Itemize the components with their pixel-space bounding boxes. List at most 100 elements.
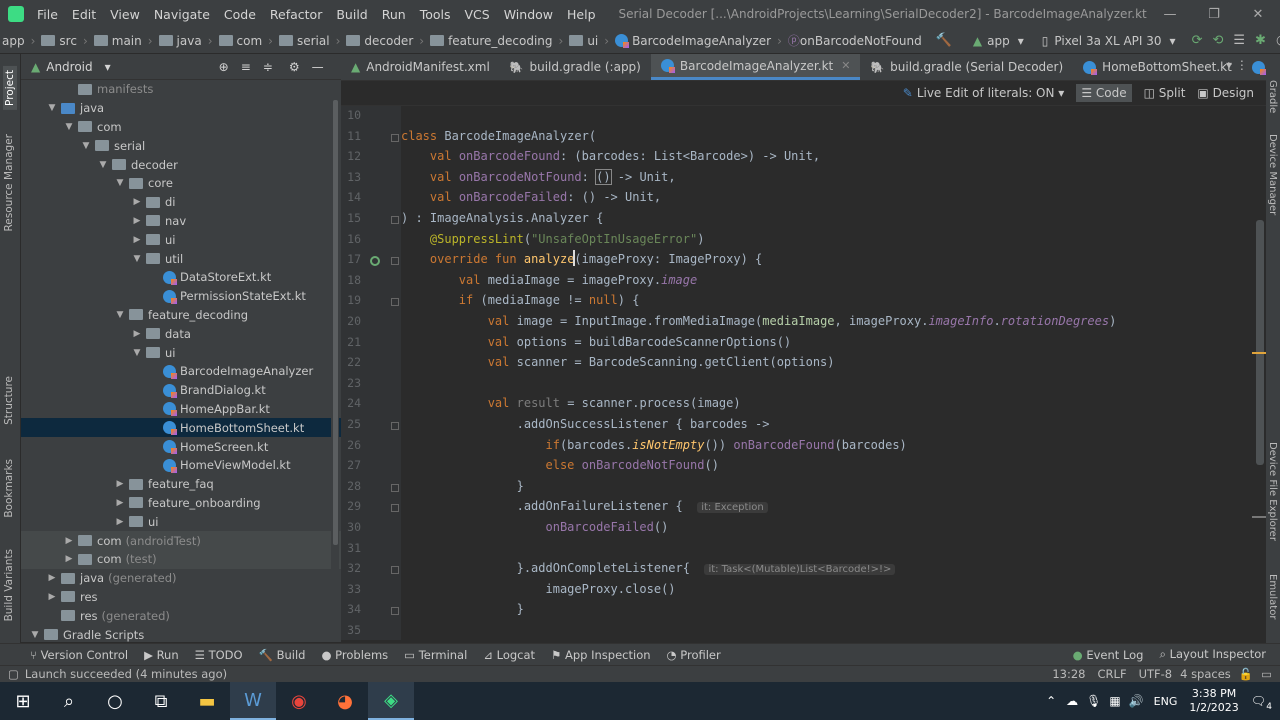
tree-item[interactable]: res (generated) — [21, 606, 341, 625]
tree-item[interactable]: ▼ core — [21, 174, 341, 193]
firefox-icon[interactable]: ◕ — [322, 682, 368, 720]
breadcrumb-item[interactable]: serial — [297, 34, 330, 48]
breadcrumb-item[interactable]: feature_decoding — [448, 34, 552, 48]
profiler-tab[interactable]: ◔ Profiler — [667, 648, 721, 662]
run-config-select[interactable]: ▲ app ▾ — [973, 34, 1024, 48]
chevron-down-icon[interactable]: ▼ — [80, 141, 92, 151]
menu-item-build[interactable]: Build — [329, 7, 374, 22]
tree-item[interactable]: ▶ feature_faq — [21, 475, 341, 494]
code-line[interactable]: else onBarcodeNotFound() — [401, 458, 719, 472]
tree-item[interactable]: ▶ data — [21, 324, 341, 343]
tree-item[interactable]: HomeAppBar.kt — [21, 400, 341, 419]
wifi-icon[interactable]: ▦ — [1109, 694, 1120, 708]
event-log-tab[interactable]: ● Event Log — [1073, 648, 1144, 662]
collapse-all-icon[interactable]: ≑ — [263, 60, 273, 74]
notification-icon[interactable]: 🗨 4 — [1251, 694, 1272, 712]
chevron-right-icon[interactable]: ▶ — [131, 197, 143, 207]
close-window-button[interactable]: ✕ — [1236, 7, 1280, 22]
code-line[interactable]: } — [401, 479, 524, 493]
debug-icon[interactable]: ✱ — [1255, 33, 1266, 48]
tree-item[interactable]: ▼ Gradle Scripts — [21, 625, 341, 642]
chevron-right-icon[interactable]: ▶ — [46, 592, 58, 602]
error-stripe-mark[interactable] — [1252, 516, 1266, 518]
tree-item[interactable]: ▶ ui — [21, 512, 341, 531]
version-control-tab[interactable]: ⑂ Version Control — [30, 648, 128, 662]
breadcrumb-item[interactable]: BarcodeImageAnalyzer — [632, 34, 771, 48]
tab-overflow-icon[interactable]: ▾ ⋮ — [1226, 58, 1248, 72]
file-encoding[interactable]: UTF-8 — [1139, 667, 1173, 681]
tree-item[interactable]: PermissionStateExt.kt — [21, 287, 341, 306]
live-edit-toggle[interactable]: ✎ Live Edit of literals: ON ▾ — [903, 86, 1065, 100]
chevron-down-icon[interactable]: ▼ — [114, 178, 126, 188]
profile-icon[interactable]: ◔ — [1276, 33, 1280, 48]
chevron-down-icon[interactable]: ▼ — [114, 310, 126, 320]
terminal-tab[interactable]: ▭ Terminal — [404, 648, 467, 662]
chevron-down-icon[interactable]: ▼ — [46, 103, 58, 113]
android-studio-icon[interactable]: ◈ — [368, 682, 414, 720]
tree-item[interactable]: ▼ com — [21, 118, 341, 137]
volume-icon[interactable]: 🔊 — [1129, 694, 1144, 708]
run-tab[interactable]: ▶ Run — [144, 648, 179, 662]
menu-item-window[interactable]: Window — [497, 7, 560, 22]
cortana-icon[interactable]: ○ — [92, 682, 138, 720]
code-line[interactable]: override fun analyze(imageProxy: ImagePr… — [401, 252, 762, 266]
code-line[interactable]: }.addOnCompleteListener{ it: Task<(Mutab… — [401, 561, 896, 576]
maximize-button[interactable]: ❐ — [1192, 7, 1236, 22]
code-line[interactable]: ) : ImageAnalysis.Analyzer { — [401, 211, 603, 225]
gradle-tool-tab[interactable]: Gradle — [1267, 80, 1278, 113]
memory-indicator-icon[interactable]: ▭ — [1261, 667, 1272, 681]
resource-manager-tool-tab[interactable]: Resource Manager — [3, 134, 15, 232]
breadcrumb-item[interactable]: src — [59, 34, 77, 48]
indent-setting[interactable]: 4 spaces — [1180, 667, 1231, 681]
fold-marker-icon[interactable] — [391, 422, 399, 430]
fold-marker-icon[interactable] — [391, 483, 399, 492]
emulator-tool-tab[interactable]: Emulator — [1267, 574, 1278, 619]
tree-item[interactable]: ▶ di — [21, 193, 341, 212]
code-line[interactable]: onBarcodeFailed() — [401, 520, 669, 534]
menu-item-help[interactable]: Help — [560, 7, 603, 22]
design-view-button[interactable]: ▣ Design — [1197, 86, 1254, 100]
code-line[interactable]: .addOnFailureListener { it: Exception — [401, 499, 768, 514]
windows-start-icon[interactable]: ⊞ — [0, 682, 46, 720]
chevron-down-icon[interactable]: ▼ — [63, 122, 75, 132]
minimize-button[interactable]: — — [1148, 7, 1192, 22]
code-line[interactable]: val onBarcodeNotFound: () -> Unit, — [401, 168, 676, 185]
code-line[interactable]: imageProxy.close() — [401, 582, 675, 596]
breadcrumb-item[interactable]: app — [2, 34, 25, 48]
breadcrumb-item[interactable]: decoder — [364, 34, 413, 48]
code-line[interactable]: val onBarcodeFound: (barcodes: List<Barc… — [401, 149, 820, 163]
word-icon[interactable]: W — [230, 682, 276, 720]
clock[interactable]: 3:38 PM 1/2/2023 — [1189, 687, 1238, 715]
chevron-right-icon[interactable]: ▶ — [131, 216, 143, 226]
fold-marker-icon[interactable] — [391, 216, 399, 224]
chevron-down-icon[interactable]: ▼ — [131, 254, 143, 264]
bookmarks-tool-tab[interactable]: Bookmarks — [3, 459, 15, 518]
tree-item[interactable]: manifests — [21, 80, 341, 99]
chevron-up-icon[interactable]: ⌃ — [1046, 694, 1056, 708]
problems-tab[interactable]: ● Problems — [321, 648, 388, 662]
code-line[interactable]: val options = buildBarcodeScannerOptions… — [401, 335, 791, 349]
line-separator[interactable]: CRLF — [1098, 667, 1127, 681]
chevron-down-icon[interactable]: ▾ — [105, 60, 111, 74]
tree-item[interactable]: DataStoreExt.kt — [21, 268, 341, 287]
editor-tab[interactable]: ▲ AndroidManifest.xml — [341, 54, 500, 80]
editor-tab[interactable]: 🐘 build.gradle (:app) — [500, 54, 651, 80]
tree-item[interactable]: ▼ feature_decoding — [21, 306, 341, 325]
menu-item-file[interactable]: File — [30, 7, 65, 22]
todo-tab[interactable]: ☰ TODO — [195, 648, 243, 662]
breadcrumb-item[interactable]: com — [237, 34, 263, 48]
logcat-icon[interactable]: ☰ — [1233, 33, 1245, 48]
override-marker-icon[interactable] — [370, 256, 380, 266]
fold-marker-icon[interactable] — [391, 607, 399, 616]
chevron-right-icon[interactable]: ▶ — [63, 536, 75, 546]
tree-item[interactable]: ▶ ui — [21, 230, 341, 249]
menu-item-run[interactable]: Run — [375, 7, 413, 22]
tree-item[interactable]: ▶ res — [21, 588, 341, 607]
project-view-select[interactable]: Android — [46, 60, 92, 74]
search-icon[interactable]: ⌕ — [46, 682, 92, 720]
close-tab-icon[interactable]: ✕ — [841, 59, 850, 72]
code-line[interactable]: } — [401, 602, 524, 616]
tree-item[interactable]: ▶ com (test) — [21, 549, 341, 569]
fold-marker-icon[interactable] — [391, 566, 399, 575]
fold-marker-icon[interactable] — [391, 298, 399, 307]
